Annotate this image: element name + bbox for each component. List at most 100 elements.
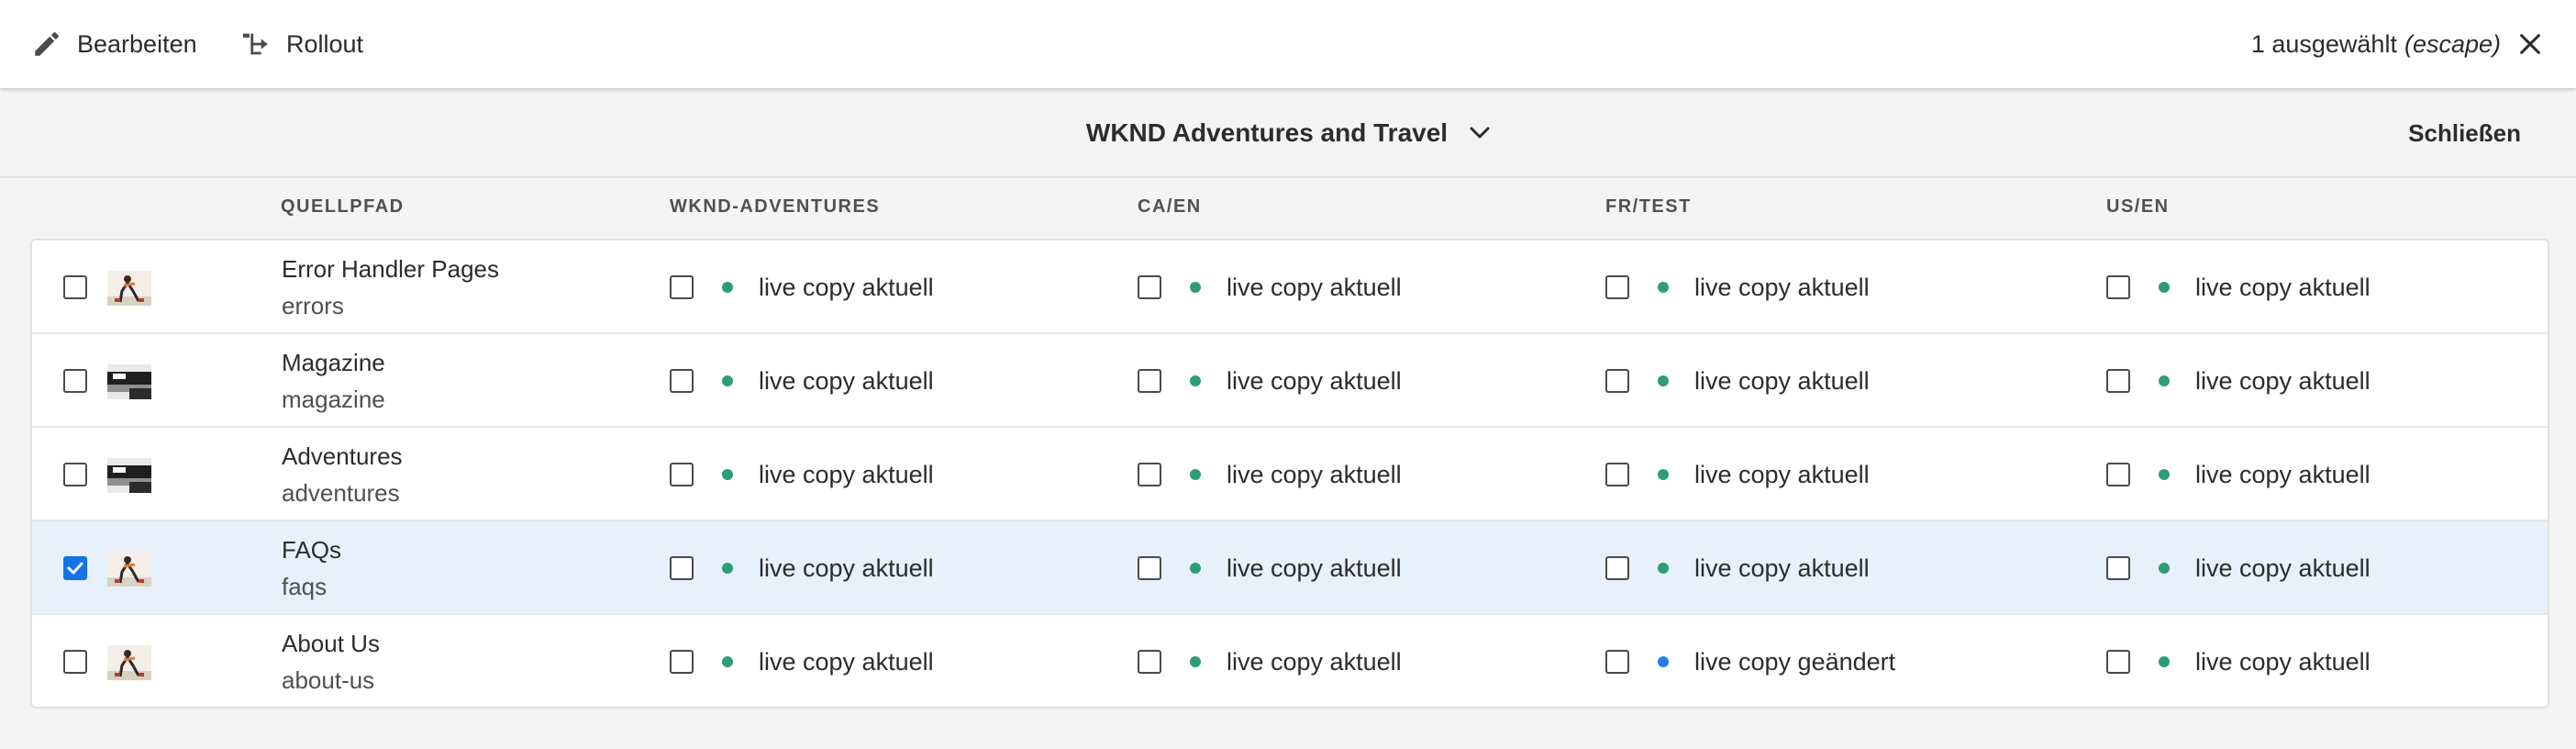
live-copy-status: live copy aktuell <box>722 334 934 428</box>
status-text: live copy aktuell <box>2195 273 2371 301</box>
column-header-wknd-adventures: WKND-ADVENTURES <box>670 196 881 217</box>
edit-label: Bearbeiten <box>77 29 197 58</box>
page-name: Error Handler Pages <box>282 255 499 283</box>
column-header-us-en: US/EN <box>2106 196 2170 217</box>
status-dot-icon <box>1190 656 1201 667</box>
live-copy-status: live copy geändert <box>1658 615 1895 707</box>
live-copy-checkbox[interactable] <box>670 275 694 299</box>
status-dot-icon <box>1658 375 1669 386</box>
live-copy-status: live copy aktuell <box>722 240 934 334</box>
page-thumbnail-landscape-icon <box>107 458 151 493</box>
live-copy-checkbox[interactable] <box>1138 650 1161 674</box>
live-copy-status: live copy aktuell <box>722 521 934 615</box>
column-header-ca-en: CA/EN <box>1138 196 1202 217</box>
live-copy-status: live copy aktuell <box>1190 521 1402 615</box>
live-copy-checkbox[interactable] <box>2106 556 2130 580</box>
page-thumbnail-person-icon <box>107 271 151 306</box>
table-row[interactable]: About Us about-us live copy aktuell live co… <box>32 615 2548 707</box>
live-copy-checkbox[interactable] <box>1605 556 1629 580</box>
escape-hint: (escape) <box>2404 29 2501 58</box>
table-row[interactable]: Adventures adventures live copy aktuell liv… <box>32 428 2548 521</box>
edit-button[interactable]: Bearbeiten <box>31 22 197 66</box>
status-text: live copy aktuell <box>2195 553 2371 582</box>
rollout-icon <box>242 33 268 55</box>
checkmark-icon <box>67 562 83 575</box>
status-dot-icon <box>722 656 733 667</box>
live-copy-status: live copy aktuell <box>2159 615 2371 707</box>
status-text: live copy aktuell <box>2195 366 2371 395</box>
status-text: live copy aktuell <box>1227 553 1402 582</box>
live-copy-table: Error Handler Pages errors live copy aktue… <box>30 239 2549 709</box>
status-dot-icon <box>1190 375 1201 386</box>
live-copy-checkbox[interactable] <box>2106 463 2130 486</box>
live-copy-checkbox[interactable] <box>1138 556 1161 580</box>
row-select-checkbox[interactable] <box>63 463 87 486</box>
chevron-down-icon[interactable] <box>1470 127 1490 140</box>
row-select-checkbox[interactable] <box>63 275 87 299</box>
live-copy-checkbox[interactable] <box>2106 275 2130 299</box>
status-dot-icon <box>722 469 733 480</box>
status-text: live copy aktuell <box>1227 460 1402 488</box>
status-text: live copy aktuell <box>1694 366 1870 395</box>
row-select-checkbox[interactable] <box>63 556 87 580</box>
page-path: about-us <box>282 666 375 694</box>
live-copy-checkbox[interactable] <box>1605 463 1629 486</box>
selection-count: 1 ausgewählt <box>2250 29 2397 58</box>
live-copy-checkbox[interactable] <box>1605 275 1629 299</box>
live-copy-checkbox[interactable] <box>2106 650 2130 674</box>
table-row[interactable]: FAQs faqs live copy aktuell live copy aktue… <box>32 521 2548 615</box>
live-copy-status: live copy aktuell <box>1190 334 1402 428</box>
status-text: live copy aktuell <box>759 273 934 301</box>
page-path: faqs <box>282 573 328 600</box>
live-copy-checkbox[interactable] <box>670 463 694 486</box>
status-dot-icon <box>1658 563 1669 574</box>
page-path: errors <box>282 292 344 319</box>
status-text: live copy aktuell <box>1227 366 1402 395</box>
status-dot-icon <box>1658 656 1669 667</box>
page-path: magazine <box>282 386 385 413</box>
status-dot-icon <box>722 282 733 293</box>
close-button[interactable]: Schließen <box>2408 88 2521 178</box>
status-dot-icon <box>722 375 733 386</box>
status-text: live copy aktuell <box>1694 460 1870 488</box>
pencil-icon <box>35 32 59 56</box>
live-copy-status: live copy aktuell <box>722 428 934 521</box>
live-copy-checkbox[interactable] <box>2106 369 2130 393</box>
live-copy-checkbox[interactable] <box>670 369 694 393</box>
close-icon[interactable] <box>2517 31 2543 57</box>
status-dot-icon <box>2159 282 2170 293</box>
live-copy-status: live copy aktuell <box>1658 334 1870 428</box>
status-text: live copy aktuell <box>1227 647 1402 676</box>
live-copy-checkbox[interactable] <box>1138 275 1161 299</box>
status-text: live copy aktuell <box>1694 273 1870 301</box>
live-copy-status: live copy aktuell <box>2159 521 2371 615</box>
live-copy-status: live copy aktuell <box>1658 521 1870 615</box>
column-header-source-path: QUELLPFAD <box>281 196 405 217</box>
status-text: live copy aktuell <box>2195 647 2371 676</box>
live-copy-status: live copy aktuell <box>1190 615 1402 707</box>
live-copy-status: live copy aktuell <box>1658 428 1870 521</box>
blueprint-selector[interactable]: WKND Adventures and Travel <box>0 88 2576 178</box>
live-copy-status: live copy aktuell <box>2159 428 2371 521</box>
row-select-checkbox[interactable] <box>63 369 87 393</box>
page-path: adventures <box>282 479 400 507</box>
live-copy-status: live copy aktuell <box>722 615 934 707</box>
page-title: WKND Adventures and Travel <box>1085 118 1449 147</box>
table-row[interactable]: Magazine magazine live copy aktuell live co… <box>32 334 2548 428</box>
page-thumbnail-landscape-icon <box>107 364 151 399</box>
status-dot-icon <box>2159 656 2170 667</box>
live-copy-checkbox[interactable] <box>1605 369 1629 393</box>
status-dot-icon <box>1658 282 1669 293</box>
live-copy-checkbox[interactable] <box>1138 463 1161 486</box>
live-copy-checkbox[interactable] <box>1605 650 1629 674</box>
page-name: Adventures <box>282 442 403 470</box>
live-copy-checkbox[interactable] <box>1138 369 1161 393</box>
status-dot-icon <box>722 563 733 574</box>
table-row[interactable]: Error Handler Pages errors live copy aktue… <box>32 240 2548 334</box>
live-copy-checkbox[interactable] <box>670 556 694 580</box>
row-select-checkbox[interactable] <box>63 650 87 674</box>
rollout-button[interactable]: Rollout <box>240 22 363 66</box>
live-copy-checkbox[interactable] <box>670 650 694 674</box>
status-text: live copy aktuell <box>1227 273 1402 301</box>
status-dot-icon <box>2159 375 2170 386</box>
